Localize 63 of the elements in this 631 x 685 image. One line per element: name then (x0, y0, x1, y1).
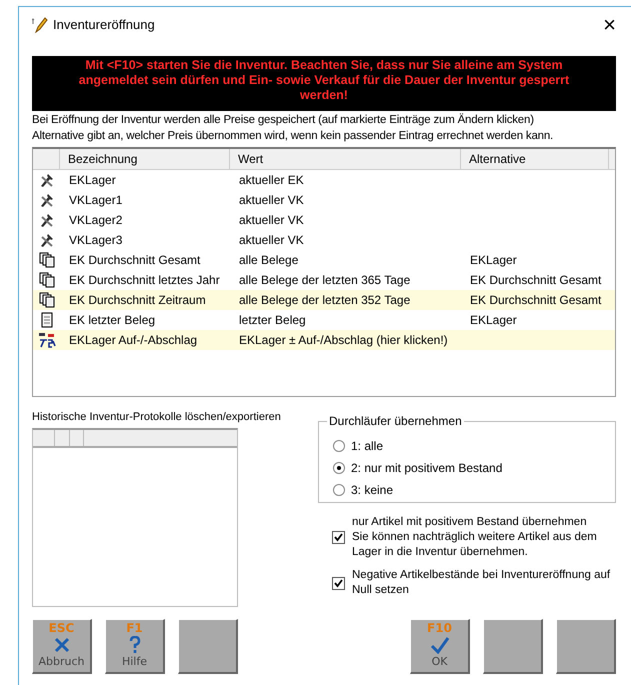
table-cell: aktueller EK (239, 173, 304, 187)
function-button[interactable]: ESC Abbruch (32, 618, 92, 674)
function-button[interactable]: F1 Hilfe (105, 618, 165, 674)
table-cell: EK Durchschnitt Gesamt (470, 293, 602, 307)
function-button[interactable]: F10 OK (410, 618, 470, 674)
tools-icon (38, 232, 54, 248)
checkbox[interactable] (332, 531, 345, 544)
info-text: Alternative gibt an, welcher Preis übernommen wird, wenn kein passender Eintrag errechnet werden kann. (32, 129, 554, 144)
history-label: Historische Inventur-Protokolle löschen/exportieren (32, 410, 281, 425)
table-row[interactable]: EK Durchschnitt Zeitraum alle Belege der letzten 352 Tage EK Durchschnitt Gesamt (33, 290, 615, 310)
table-cell: EKLager Auf-/-Abschlag (69, 333, 198, 347)
table-cell: EK Durchschnitt letztes Jahr (69, 273, 220, 287)
documents-icon (38, 272, 54, 288)
close-button[interactable]: × (603, 14, 616, 36)
pencil-icon (32, 17, 48, 33)
table-cell: alle Belege (239, 253, 298, 267)
radio-label: 3: keine (351, 482, 394, 499)
document-icon (38, 312, 54, 328)
table-cell: aktueller VK (239, 233, 304, 247)
table-cell: alle Belege der letzten 352 Tage (239, 293, 410, 307)
checkbox-label: Negative Artikelbestände bei Inventureröffnung auf Null setzen (352, 568, 612, 598)
table-cell: EKLager (69, 173, 116, 187)
radio-label: 2: nur mit positivem Bestand (351, 460, 502, 477)
radio-button[interactable] (333, 484, 345, 496)
table-cell: EK letzter Beleg (69, 313, 156, 327)
radio-button[interactable] (333, 462, 345, 474)
tools-icon (38, 192, 54, 208)
info-text: Bei Eröffnung der Inventur werden alle Preise gespeichert (auf markierte Einträge zum Ändern klicken) (32, 112, 535, 128)
table-cell: VKLager2 (69, 213, 122, 227)
table-cell: EK Durchschnitt Zeitraum (69, 293, 206, 307)
group-title: Durchläufer übernehmen (327, 414, 464, 428)
blank-button[interactable] (178, 618, 238, 674)
table-cell: EK Durchschnitt Gesamt (69, 253, 200, 267)
table-cell: EKLager (470, 313, 517, 327)
checkmark-icon (430, 636, 450, 654)
tools-icon (38, 212, 54, 228)
tools-icon (38, 172, 54, 188)
percent-icon (38, 332, 56, 348)
radio-button[interactable] (333, 440, 345, 452)
warning-banner: Mit <F10> starten Sie die Inventur. Beachten Sie, dass nur Sie alleine am System angemeldet sein dürfen und Ein- sowie Verkauf für die Dauer der Inventur gesperrt werden! (32, 56, 616, 111)
table-row[interactable]: EKLager Auf-/-Abschlag EKLager ± Auf-/Abschlag (hier klicken!) (33, 330, 615, 350)
checkbox[interactable] (332, 576, 345, 590)
blank-button[interactable] (556, 618, 616, 674)
checkbox-label: nur Artikel mit positivem Bestand übernehmen Sie können nachträglich weitere Artikel aus dem Lager in die Inventur übernehmen. (352, 515, 598, 560)
close-icon (54, 636, 70, 652)
blank-button[interactable] (483, 618, 543, 674)
table-cell: VKLager1 (69, 193, 122, 207)
table-cell: EK Durchschnitt Gesamt (470, 273, 602, 287)
radio-label: 1: alle (351, 438, 384, 455)
column-header[interactable]: Wert (230, 149, 461, 169)
window-title: Inventureröffnung (53, 16, 155, 34)
table-cell: alle Belege der letzten 365 Tage (239, 273, 410, 287)
documents-icon (38, 292, 54, 308)
question-icon (128, 636, 140, 654)
table-cell: EKLager (470, 253, 517, 267)
column-header[interactable]: Alternative (461, 149, 609, 169)
documents-icon (38, 252, 54, 268)
table-cell: aktueller VK (239, 213, 304, 227)
table-cell: EKLager ± Auf-/Abschlag (hier klicken!) (239, 333, 448, 347)
column-header[interactable]: Bezeichnung (60, 149, 230, 169)
table-cell: aktueller VK (239, 193, 304, 207)
table-cell: VKLager3 (69, 233, 122, 247)
table-cell: letzter Beleg (239, 313, 306, 327)
